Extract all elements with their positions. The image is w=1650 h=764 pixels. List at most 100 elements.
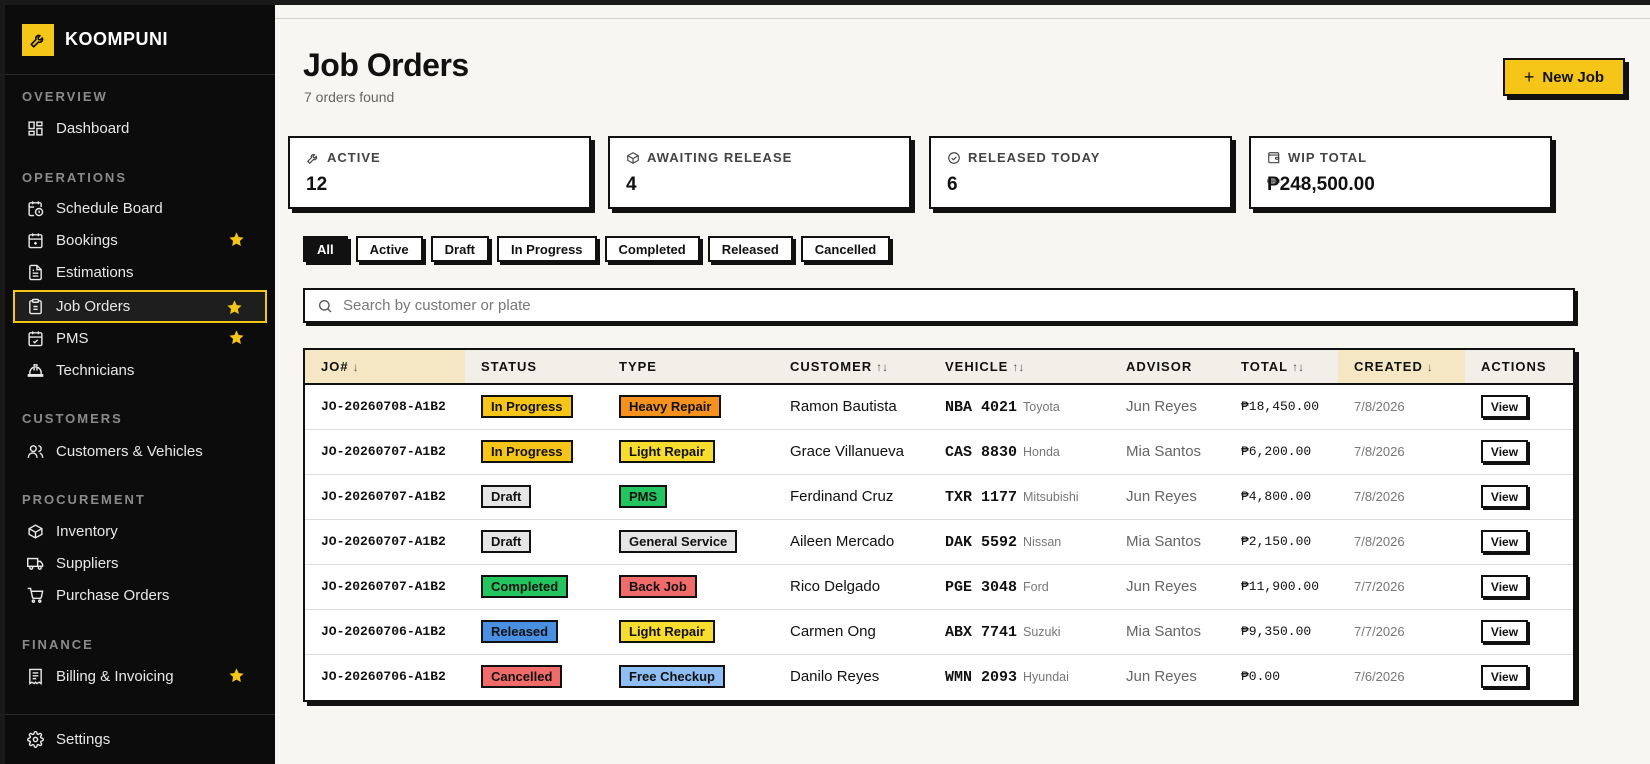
sidebar-item-suppliers[interactable]: Suppliers bbox=[13, 547, 267, 580]
table-row[interactable]: JO-20260707-A1B2 Draft General Service Aile… bbox=[305, 519, 1573, 565]
table-row[interactable]: JO-20260707-A1B2 Draft PMS Ferdinand Cruz TX… bbox=[305, 474, 1573, 520]
sidebar-item-label: Bookings bbox=[56, 232, 118, 249]
column-header-total[interactable]: TOTAL ↑↓ bbox=[1225, 350, 1338, 385]
column-header-status: STATUS bbox=[465, 350, 603, 385]
status-cell: Completed bbox=[465, 564, 603, 610]
job-orders-table: JO# ↓ STATUS TYPE CUSTOMER ↑↓ VEHICLE ↑↓ AD… bbox=[303, 348, 1575, 702]
plate-number: DAK 5592 bbox=[945, 533, 1018, 551]
star-icon[interactable] bbox=[228, 231, 245, 248]
jo-number[interactable]: JO-20260707-A1B2 bbox=[305, 564, 465, 610]
type-badge: PMS bbox=[619, 485, 668, 508]
column-header-customer[interactable]: CUSTOMER ↑↓ bbox=[774, 350, 929, 385]
jo-number[interactable]: JO-20260707-A1B2 bbox=[305, 474, 465, 520]
type-badge: Light Repair bbox=[619, 620, 715, 643]
actions-cell: View bbox=[1465, 429, 1573, 475]
sidebar-item-dashboard[interactable]: Dashboard bbox=[13, 112, 267, 145]
type-cell: Back Job bbox=[603, 564, 774, 610]
filter-all[interactable]: All bbox=[303, 236, 348, 262]
check-circle-icon bbox=[948, 151, 960, 164]
sidebar-item-inventory[interactable]: Inventory bbox=[13, 515, 267, 548]
vehicle-make: Suzuki bbox=[1023, 624, 1061, 639]
sidebar-item-label: Schedule Board bbox=[56, 200, 163, 217]
sidebar-item-label: Inventory bbox=[56, 523, 118, 540]
sidebar-item-customers-vehicles[interactable]: Customers & Vehicles bbox=[13, 435, 267, 468]
vehicle-cell: CAS 8830 Honda bbox=[929, 429, 1110, 475]
star-icon[interactable] bbox=[226, 299, 243, 316]
view-button[interactable]: View bbox=[1481, 665, 1528, 689]
search-box[interactable] bbox=[303, 288, 1575, 323]
column-label: TYPE bbox=[619, 359, 657, 374]
filter-cancelled[interactable]: Cancelled bbox=[800, 236, 891, 262]
calendar-check-icon bbox=[28, 331, 43, 347]
view-button[interactable]: View bbox=[1481, 485, 1528, 508]
stat-card-awaiting-release: AWAITING RELEASE 4 bbox=[608, 136, 911, 209]
view-button[interactable]: View bbox=[1481, 575, 1528, 598]
view-button[interactable]: View bbox=[1481, 440, 1528, 463]
filter-draft[interactable]: Draft bbox=[430, 236, 489, 262]
sidebar-item-job-orders[interactable]: Job Orders bbox=[13, 290, 267, 323]
star-icon[interactable] bbox=[228, 667, 245, 684]
column-header-created[interactable]: CREATED ↓ bbox=[1338, 350, 1465, 385]
view-button[interactable]: View bbox=[1481, 530, 1528, 553]
sidebar-item-billing[interactable]: Billing & Invoicing bbox=[13, 660, 267, 693]
filter-active[interactable]: Active bbox=[355, 236, 423, 262]
total-amount: ₱6,200.00 bbox=[1225, 429, 1338, 475]
filter-completed[interactable]: Completed bbox=[604, 236, 700, 262]
sidebar-item-estimations[interactable]: Estimations bbox=[13, 256, 267, 289]
table-row[interactable]: JO-20260708-A1B2 In Progress Heavy Repair R… bbox=[305, 384, 1573, 430]
customer-name: Danilo Reyes bbox=[790, 668, 880, 686]
column-header-jo[interactable]: JO# ↓ bbox=[305, 350, 465, 385]
invoice-icon bbox=[29, 668, 42, 685]
type-cell: PMS bbox=[603, 474, 774, 520]
table-row[interactable]: JO-20260706-A1B2 Cancelled Free Checkup Dan… bbox=[305, 654, 1573, 699]
stat-value: 6 bbox=[947, 174, 958, 195]
view-button[interactable]: View bbox=[1481, 620, 1528, 643]
type-badge: Heavy Repair bbox=[619, 395, 722, 419]
vehicle-make: Ford bbox=[1023, 579, 1049, 594]
table-row[interactable]: JO-20260707-A1B2 In Progress Light Repair G… bbox=[305, 429, 1573, 475]
sidebar-item-schedule-board[interactable]: Schedule Board bbox=[13, 192, 267, 225]
status-cell: Cancelled bbox=[465, 654, 603, 699]
sidebar-item-settings[interactable]: Settings bbox=[13, 723, 267, 756]
filter-in-progress[interactable]: In Progress bbox=[497, 236, 597, 262]
vehicle-make: Nissan bbox=[1023, 534, 1062, 549]
table-row[interactable]: JO-20260706-A1B2 Released Light Repair Carm… bbox=[305, 609, 1573, 655]
vehicle-cell: WMN 2093 Hyundai bbox=[929, 654, 1110, 699]
box-icon bbox=[28, 524, 43, 539]
jo-number[interactable]: JO-20260708-A1B2 bbox=[305, 384, 465, 430]
status-filter-group: All Active Draft In Progress Completed R… bbox=[303, 236, 891, 262]
star-icon[interactable] bbox=[228, 329, 245, 346]
sidebar-item-bookings[interactable]: Bookings bbox=[13, 224, 267, 257]
document-icon bbox=[29, 264, 42, 281]
type-badge: Back Job bbox=[619, 575, 697, 598]
total-amount: ₱9,350.00 bbox=[1225, 609, 1338, 655]
plate-number: ABX 7741 bbox=[945, 623, 1018, 641]
sidebar-item-pms[interactable]: PMS bbox=[13, 322, 267, 355]
type-badge: Light Repair bbox=[619, 440, 715, 463]
jo-number[interactable]: JO-20260707-A1B2 bbox=[305, 429, 465, 475]
status-badge: Completed bbox=[481, 575, 569, 598]
order-count: 7 orders found bbox=[304, 89, 395, 105]
truck-icon bbox=[27, 557, 44, 570]
topbar bbox=[275, 5, 1650, 19]
new-job-button[interactable]: + New Job bbox=[1503, 58, 1625, 96]
search-input[interactable] bbox=[343, 297, 1573, 314]
type-cell: General Service bbox=[603, 519, 774, 565]
sidebar-item-technicians[interactable]: Technicians bbox=[13, 354, 267, 387]
page-title: Job Orders bbox=[303, 47, 469, 83]
created-date: 7/7/2026 bbox=[1338, 564, 1465, 610]
column-header-vehicle[interactable]: VEHICLE ↑↓ bbox=[929, 350, 1110, 385]
nav-section-overview: OVERVIEW bbox=[22, 89, 108, 104]
status-cell: Draft bbox=[465, 519, 603, 565]
view-button[interactable]: View bbox=[1481, 395, 1528, 419]
column-header-type: TYPE bbox=[603, 350, 774, 385]
brand[interactable]: KOOMPUNI bbox=[5, 5, 275, 75]
table-row[interactable]: JO-20260707-A1B2 Completed Back Job Rico De… bbox=[305, 564, 1573, 610]
jo-number[interactable]: JO-20260707-A1B2 bbox=[305, 519, 465, 565]
jo-number[interactable]: JO-20260706-A1B2 bbox=[305, 654, 465, 699]
stat-label: AWAITING RELEASE bbox=[647, 150, 793, 165]
sidebar-scroll[interactable]: KOOMPUNI OVERVIEW Dashboard OPERATIONS S… bbox=[5, 5, 275, 714]
sidebar-item-purchase-orders[interactable]: Purchase Orders bbox=[13, 579, 267, 612]
jo-number[interactable]: JO-20260706-A1B2 bbox=[305, 609, 465, 655]
filter-released[interactable]: Released bbox=[707, 236, 793, 262]
